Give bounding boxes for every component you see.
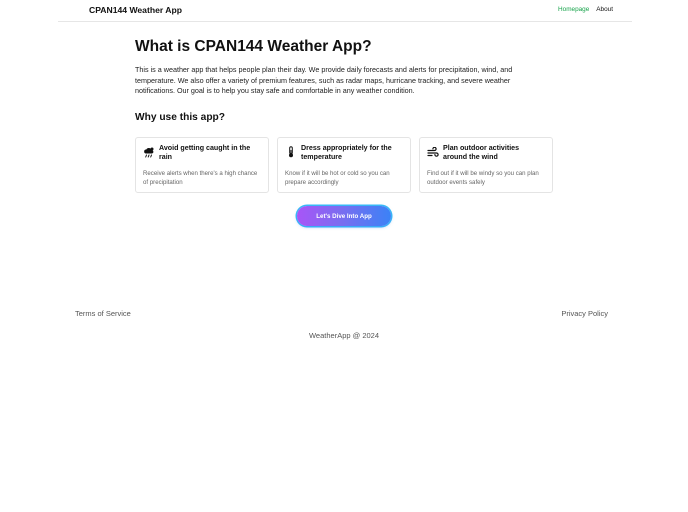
- feature-title: Avoid getting caught in the rain: [159, 144, 251, 161]
- feature-card-rain: Avoid getting caught in the rain Receive…: [135, 137, 269, 193]
- wind-icon: [427, 146, 439, 158]
- nav-links: Homepage About: [558, 6, 613, 13]
- nav-link-homepage[interactable]: Homepage: [558, 6, 589, 13]
- feature-description: Know if it will be hot or cold so you ca…: [285, 170, 390, 186]
- thermometer-icon: [285, 146, 297, 158]
- intro-paragraph: This is a weather app that helps people …: [135, 65, 513, 96]
- nav-link-about[interactable]: About: [596, 6, 613, 13]
- top-navbar: CPAN144 Weather App Homepage About: [58, 0, 632, 22]
- dive-into-app-button[interactable]: Let's Dive Into App: [297, 206, 391, 226]
- brand-logo-link[interactable]: CPAN144 Weather App: [89, 5, 182, 15]
- feature-title: Dress appropriately for the temperature: [301, 144, 392, 161]
- feature-cards: Avoid getting caught in the rain Receive…: [135, 137, 553, 193]
- privacy-policy-link[interactable]: Privacy Policy: [561, 309, 608, 318]
- feature-description: Find out if it will be windy so you can …: [427, 170, 539, 186]
- feature-card-wind: Plan outdoor activities around the wind …: [419, 137, 553, 193]
- feature-title: Plan outdoor activities around the wind: [443, 144, 520, 161]
- feature-card-temperature: Dress appropriately for the temperature …: [277, 137, 411, 193]
- copyright-text: WeatherApp @ 2024: [308, 331, 380, 340]
- feature-description: Receive alerts when there's a high chanc…: [143, 170, 258, 186]
- why-section-title: Why use this app?: [135, 112, 225, 123]
- page-title: What is CPAN144 Weather App?: [135, 38, 372, 55]
- cloud-rain-icon: [143, 146, 155, 158]
- terms-of-service-link[interactable]: Terms of Service: [75, 309, 131, 318]
